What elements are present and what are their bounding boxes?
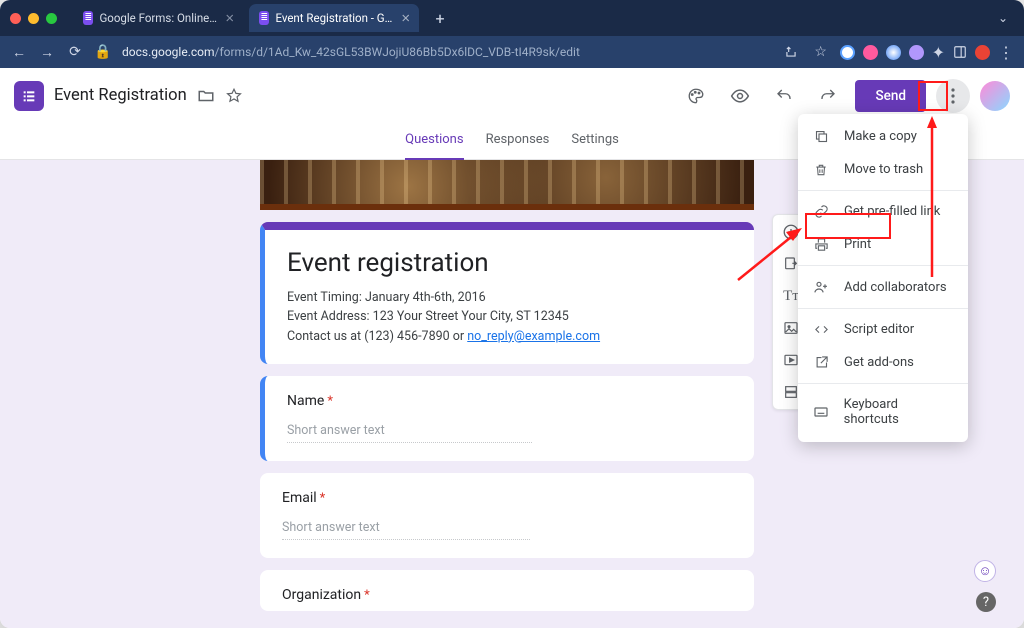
desc-line: Contact us at (123) 456-7890 or no_reply…	[287, 327, 732, 346]
undo-icon[interactable]	[767, 79, 801, 113]
question-label: Organization	[282, 587, 361, 603]
close-tab-icon[interactable]	[402, 13, 409, 23]
menu-separator	[798, 383, 968, 384]
lock-icon: 🔒	[94, 44, 112, 60]
move-folder-icon[interactable]	[197, 87, 215, 105]
trash-icon	[812, 163, 830, 177]
menu-label: Get add-ons	[844, 355, 914, 370]
document-title[interactable]: Event Registration	[54, 86, 187, 105]
menu-item-addons[interactable]: Get add-ons	[798, 346, 968, 379]
menu-separator	[798, 190, 968, 191]
close-tab-icon[interactable]	[226, 13, 233, 23]
forward-icon[interactable]: →	[38, 44, 56, 61]
maximize-window-icon[interactable]	[46, 13, 57, 24]
copy-icon	[812, 129, 830, 144]
form-column: Event registration Event Timing: January…	[260, 160, 754, 628]
address-bar[interactable]: docs.google.com/forms/d/1Ad_Kw_42sGL53BW…	[122, 45, 774, 59]
keyboard-icon	[812, 404, 830, 420]
form-header-image[interactable]	[260, 160, 754, 210]
tab-favicon: ≣	[83, 11, 93, 25]
required-asterisk: *	[320, 491, 326, 506]
extension-icon[interactable]	[840, 45, 855, 60]
question-card[interactable]: Organization*	[260, 570, 754, 611]
side-panel-icon[interactable]	[953, 45, 967, 59]
menu-label: Script editor	[844, 322, 914, 337]
desc-text: Contact us at (123) 456-7890 or	[287, 329, 467, 344]
script-icon	[812, 322, 830, 337]
share-icon[interactable]	[784, 45, 802, 59]
extension-icon[interactable]	[975, 45, 990, 60]
browser-tab-active[interactable]: ≣ Event Registration - Google Fo…	[249, 4, 419, 32]
menu-item-collaborators[interactable]: Add collaborators	[798, 270, 968, 304]
extension-icon[interactable]	[909, 45, 924, 60]
more-menu: Make a copy Move to trash Get pre-filled…	[798, 114, 968, 442]
extension-icon[interactable]	[863, 45, 878, 60]
desc-line: Event Address: 123 Your Street Your City…	[287, 307, 732, 326]
menu-item-trash[interactable]: Move to trash	[798, 153, 968, 186]
window-controls	[10, 13, 57, 24]
collaborators-icon	[812, 279, 830, 295]
bookmark-icon[interactable]: ☆	[812, 44, 830, 60]
close-window-icon[interactable]	[10, 13, 21, 24]
menu-label: Move to trash	[844, 162, 923, 177]
star-icon[interactable]	[225, 87, 243, 105]
help-button[interactable]: ?	[976, 592, 996, 612]
tabs-overflow-icon[interactable]: ⌄	[998, 11, 1014, 25]
desc-link[interactable]: no_reply@example.com	[467, 329, 600, 344]
menu-label: Keyboard shortcuts	[844, 397, 954, 427]
tab-settings[interactable]: Settings	[571, 124, 618, 160]
tab-questions[interactable]: Questions	[405, 124, 463, 160]
tab-label: Google Forms: Online Form Cr…	[99, 11, 219, 25]
tab-label: Event Registration - Google Fo…	[275, 11, 395, 25]
menu-label: Add collaborators	[844, 280, 947, 295]
required-asterisk: *	[327, 394, 333, 409]
browser-menu-icon[interactable]: ⋮	[998, 43, 1014, 62]
url-host: docs.google.com	[122, 45, 215, 59]
reload-icon[interactable]: ⟳	[66, 44, 84, 60]
browser-extensions: ✦ ⋮	[840, 43, 1014, 62]
preview-icon[interactable]	[723, 79, 757, 113]
minimize-window-icon[interactable]	[28, 13, 39, 24]
browser-tab-inactive[interactable]: ≣ Google Forms: Online Form Cr…	[73, 4, 243, 32]
menu-item-script[interactable]: Script editor	[798, 313, 968, 346]
desc-line: Event Timing: January 4th-6th, 2016	[287, 288, 732, 307]
url-path: /forms/d/1Ad_Kw_42sGL53BWJojiU86Bb5Dx6lD…	[215, 45, 580, 59]
menu-label: Print	[844, 237, 871, 252]
extensions-icon[interactable]: ✦	[932, 43, 945, 62]
new-tab-button[interactable]: +	[429, 7, 451, 29]
tab-responses[interactable]: Responses	[486, 124, 550, 160]
tab-favicon: ≣	[259, 11, 269, 25]
redo-icon[interactable]	[811, 79, 845, 113]
form-title[interactable]: Event registration	[287, 248, 732, 278]
required-asterisk: *	[364, 588, 370, 603]
account-avatar[interactable]	[980, 81, 1010, 111]
question-card[interactable]: Name* Short answer text	[260, 376, 754, 461]
menu-separator	[798, 308, 968, 309]
answer-placeholder: Short answer text	[282, 520, 530, 540]
addons-icon	[812, 355, 830, 370]
send-button[interactable]: Send	[855, 80, 926, 112]
annotation-box-print	[805, 213, 891, 239]
menu-item-make-copy[interactable]: Make a copy	[798, 120, 968, 153]
recents-button[interactable]: ☺	[974, 560, 996, 582]
title-card[interactable]: Event registration Event Timing: January…	[260, 222, 754, 364]
answer-placeholder: Short answer text	[287, 423, 532, 443]
menu-label: Make a copy	[844, 129, 917, 144]
browser-titlebar: ≣ Google Forms: Online Form Cr… ≣ Event …	[0, 0, 1024, 36]
back-icon[interactable]: ←	[10, 44, 28, 61]
theme-icon[interactable]	[679, 79, 713, 113]
menu-item-shortcuts[interactable]: Keyboard shortcuts	[798, 388, 968, 436]
menu-separator	[798, 265, 968, 266]
browser-toolbar: ← → ⟳ 🔒 docs.google.com/forms/d/1Ad_Kw_4…	[0, 36, 1024, 68]
annotation-box-more	[918, 81, 948, 111]
browser-window: ≣ Google Forms: Online Form Cr… ≣ Event …	[0, 0, 1024, 628]
question-card[interactable]: Email* Short answer text	[260, 473, 754, 558]
extension-icon[interactable]	[886, 45, 901, 60]
forms-logo-icon[interactable]	[14, 81, 44, 111]
question-label: Name	[287, 393, 324, 409]
form-description[interactable]: Event Timing: January 4th-6th, 2016 Even…	[287, 288, 732, 346]
print-icon	[812, 237, 830, 252]
question-label: Email	[282, 490, 317, 506]
